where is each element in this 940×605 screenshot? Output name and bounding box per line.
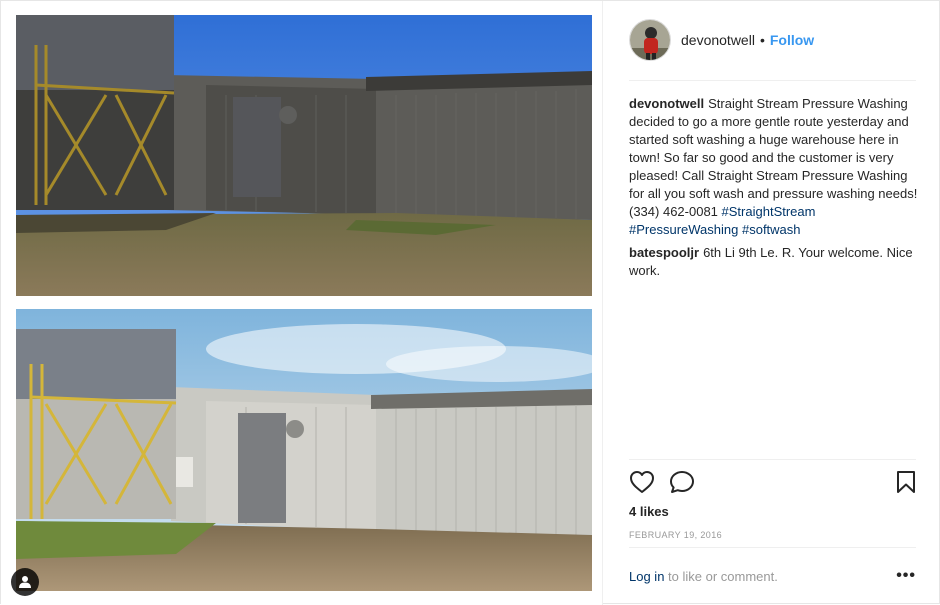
- separator-dot: •: [759, 32, 765, 48]
- warehouse-after-image: [16, 309, 592, 591]
- post-frame: devonotwell • Follow devonotwell Straight…: [0, 0, 940, 605]
- login-link[interactable]: Log in: [629, 569, 664, 584]
- warehouse-before-image: [16, 15, 592, 296]
- action-bar: [629, 459, 916, 503]
- follow-button[interactable]: Follow: [770, 32, 814, 48]
- more-options-button[interactable]: •••: [896, 568, 916, 584]
- post-media[interactable]: [1, 1, 602, 605]
- caption-author[interactable]: devonotwell: [629, 96, 704, 111]
- comments-list: devonotwell Straight Stream Pressure Wash…: [629, 95, 919, 285]
- post-header: devonotwell • Follow: [629, 19, 916, 81]
- hashtag-link[interactable]: #StraightStream: [722, 204, 816, 219]
- heart-icon: [630, 471, 654, 493]
- login-prompt: Log in to like or comment.: [629, 569, 778, 584]
- comment-author[interactable]: batespooljr: [629, 245, 699, 260]
- header-text: devonotwell • Follow: [681, 32, 814, 48]
- post-panel: devonotwell • Follow devonotwell Straight…: [602, 1, 940, 605]
- header-username[interactable]: devonotwell: [681, 32, 755, 48]
- comment-item: batespooljr 6th Li 9th Le. R. Your welcom…: [629, 244, 919, 280]
- avatar[interactable]: [629, 19, 671, 61]
- comment-button[interactable]: [669, 470, 695, 497]
- likes-count[interactable]: 4 likes: [629, 504, 669, 519]
- hashtag-link[interactable]: #PressureWashing: [629, 222, 738, 237]
- comment-icon: [670, 471, 694, 493]
- avatar-image: [630, 20, 670, 60]
- save-button[interactable]: [896, 470, 916, 497]
- caption: devonotwell Straight Stream Pressure Wash…: [629, 95, 919, 239]
- user-tag-icon: [19, 576, 31, 588]
- tag-button[interactable]: [11, 568, 39, 596]
- post-footer: Log in to like or comment. •••: [629, 547, 916, 605]
- post-date: FEBRUARY 19, 2016: [629, 530, 723, 540]
- bookmark-icon: [897, 471, 915, 493]
- before-photo: [16, 15, 592, 296]
- caption-text: Straight Stream Pressure Washing decided…: [629, 96, 918, 219]
- after-photo: [16, 309, 592, 591]
- login-suffix: to like or comment.: [668, 569, 778, 584]
- like-button[interactable]: [629, 470, 655, 497]
- hashtag-link[interactable]: #softwash: [742, 222, 801, 237]
